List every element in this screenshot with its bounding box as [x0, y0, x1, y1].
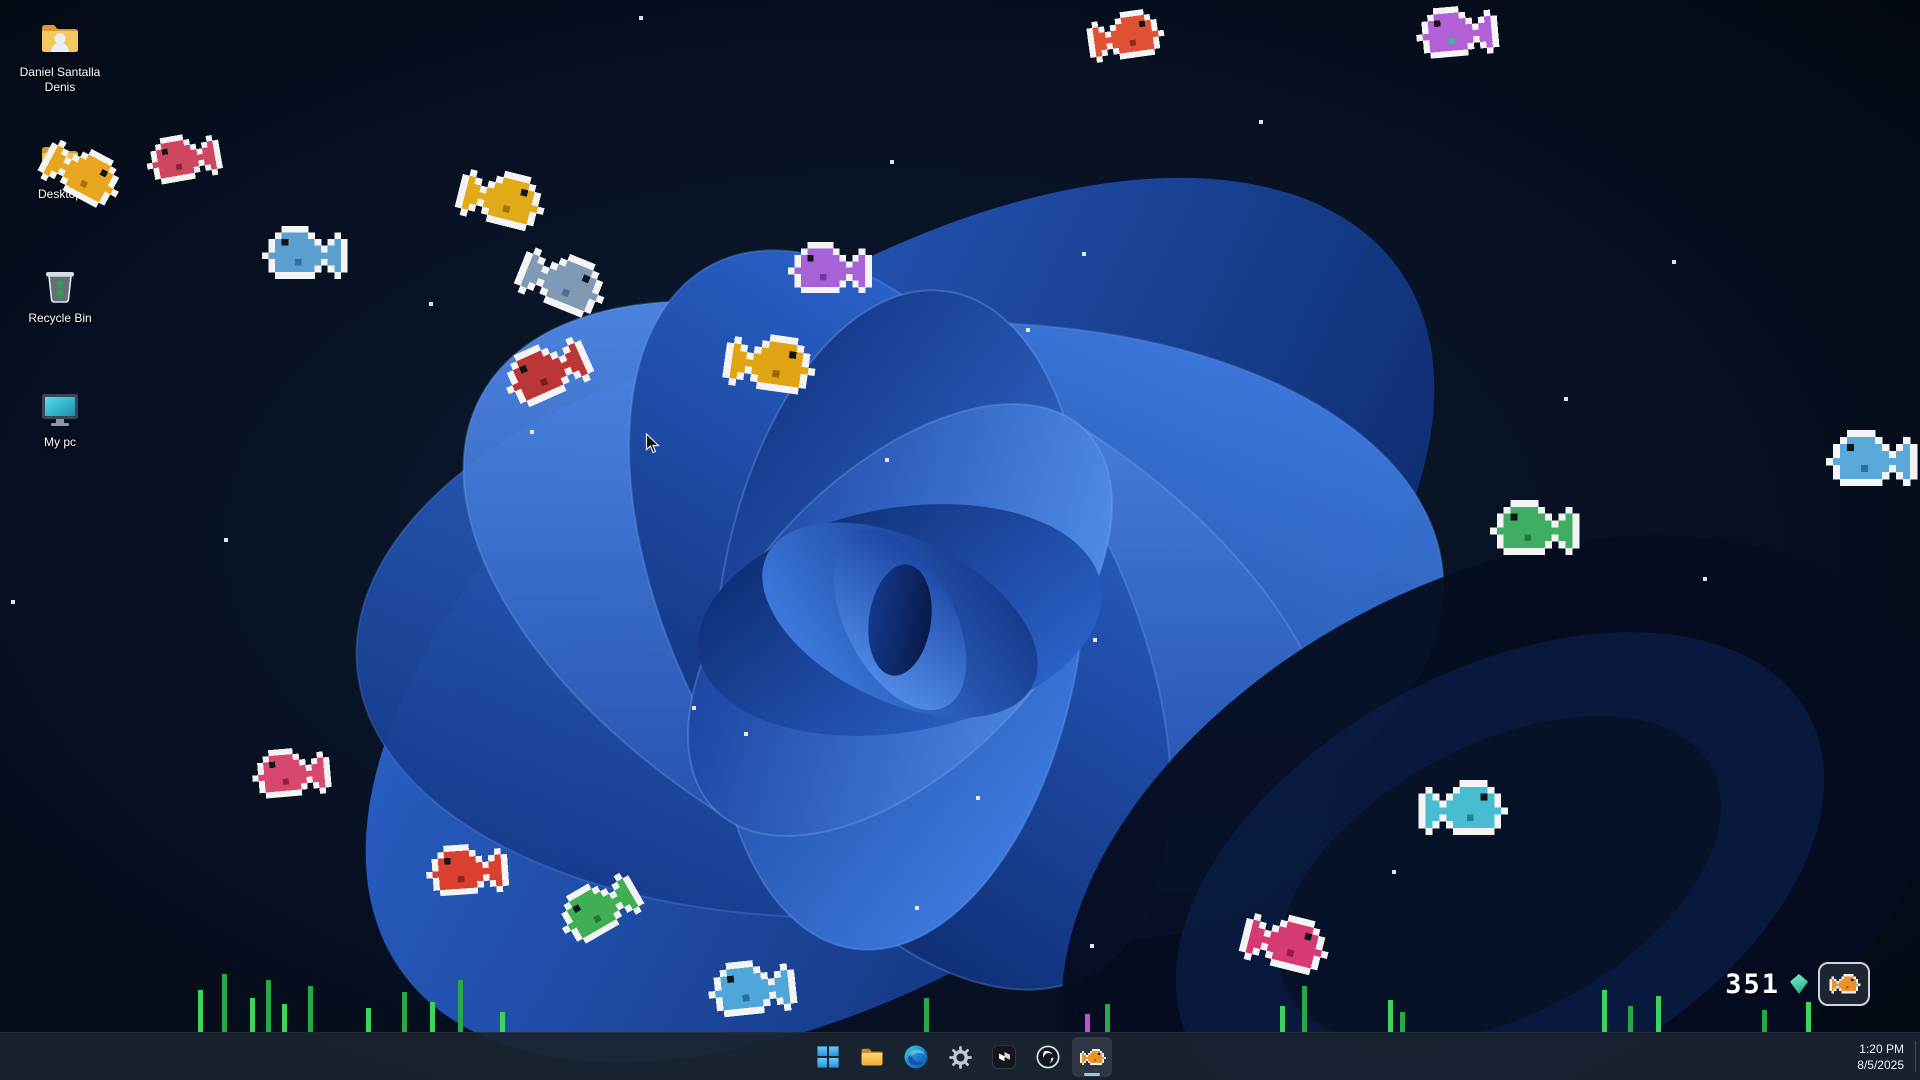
bubble-particle [744, 732, 748, 736]
show-desktop-button[interactable] [1915, 1041, 1920, 1072]
bubble-particle [11, 600, 15, 604]
gear-icon [948, 1045, 973, 1070]
tray-date: 8/5/2025 [1857, 1057, 1904, 1073]
capcut-icon [991, 1044, 1017, 1070]
wallpaper-bloom [0, 0, 1920, 1080]
seaweed-blade [1806, 1002, 1811, 1032]
taskbar-edge-button[interactable] [896, 1037, 936, 1077]
bubble-particle [1672, 260, 1676, 264]
taskbar-obs-button[interactable] [1028, 1037, 1068, 1077]
taskbar-center-icons [808, 1037, 1112, 1077]
desktop-icon-user-files[interactable]: Daniel Santalla Denis [10, 16, 110, 95]
seaweed-blade [1105, 1004, 1110, 1032]
desktop: Daniel Santalla Denis Desktop Recycle Bi… [0, 0, 1920, 1080]
bubble-particle [224, 538, 228, 542]
fish[interactable] [1826, 430, 1920, 486]
seaweed-blade [1762, 1010, 1767, 1032]
user-folder-icon [37, 16, 83, 62]
fish[interactable] [788, 242, 878, 293]
taskbar-file-explorer-button[interactable] [852, 1037, 892, 1077]
seaweed-blade [366, 1008, 371, 1032]
fish-icon [1078, 1049, 1106, 1065]
seaweed-blade [500, 1012, 505, 1032]
fish[interactable] [1490, 500, 1586, 555]
seaweed-blade [222, 974, 227, 1032]
bubble-particle [1392, 870, 1396, 874]
bubble-particle [1703, 577, 1707, 581]
seaweed-blade [924, 998, 929, 1032]
bubble-particle [1090, 944, 1094, 948]
taskbar: 1:20 PM 8/5/2025 [0, 1032, 1920, 1080]
bubble-particle [976, 796, 980, 800]
seaweed-blade [1280, 1006, 1285, 1032]
bubble-particle [429, 302, 433, 306]
seaweed-blade [402, 992, 407, 1032]
taskbar-capcut-button[interactable] [984, 1037, 1024, 1077]
seaweed-blade [250, 998, 255, 1032]
computer-monitor-icon [37, 386, 83, 432]
seaweed-blade [430, 1002, 435, 1032]
seaweed-blade [1388, 1000, 1393, 1032]
seaweed-blade [1085, 1014, 1090, 1032]
recycle-bin-icon [37, 262, 83, 308]
taskbar-fish-app-button[interactable] [1072, 1037, 1112, 1077]
seaweed-blade [458, 980, 463, 1032]
seaweed-blade [266, 980, 271, 1032]
bubble-particle [1082, 252, 1086, 256]
seaweed-blade [308, 986, 313, 1032]
seaweed-blade [1302, 986, 1307, 1032]
fish[interactable] [250, 744, 338, 799]
bubble-particle [885, 458, 889, 462]
seaweed-blade [282, 1004, 287, 1032]
score-value: 351 [1725, 969, 1780, 1000]
aquarium-fish-button[interactable] [1818, 962, 1870, 1006]
seaweed-blade [198, 990, 203, 1032]
bubble-particle [1093, 638, 1097, 642]
bubble-particle [1259, 120, 1263, 124]
seaweed-blade [1628, 1006, 1633, 1032]
desktop-icon-my-pc[interactable]: My pc [10, 386, 110, 450]
fish[interactable] [705, 955, 804, 1018]
mouse-cursor [645, 433, 661, 455]
bubble-particle [890, 160, 894, 164]
taskbar-settings-button[interactable] [940, 1037, 980, 1077]
edge-browser-icon [903, 1044, 929, 1070]
aquarium-hud: 351 [1725, 962, 1870, 1006]
bubble-particle [1564, 397, 1568, 401]
bubble-particle [1026, 328, 1030, 332]
desktop-icon-label: My pc [44, 435, 76, 450]
diamond-gem-icon [1790, 974, 1808, 994]
fish[interactable] [262, 226, 354, 279]
obs-studio-icon [1035, 1044, 1061, 1070]
file-explorer-folder-icon [859, 1044, 885, 1070]
system-tray-clock[interactable]: 1:20 PM 8/5/2025 [1857, 1040, 1904, 1072]
bubble-particle [692, 706, 696, 710]
seaweed-blade [1400, 1012, 1405, 1032]
fish[interactable] [1414, 2, 1506, 60]
orange-fish-icon [1827, 974, 1861, 993]
fish[interactable] [424, 841, 515, 897]
tray-time: 1:20 PM [1857, 1040, 1904, 1056]
desktop-icon-label: Daniel Santalla Denis [10, 65, 110, 95]
seaweed-blade [1656, 996, 1661, 1032]
bubble-particle [639, 16, 643, 20]
windows-start-icon [816, 1045, 840, 1069]
taskbar-start-button[interactable] [808, 1037, 848, 1077]
bubble-particle [915, 906, 919, 910]
desktop-icon-recycle-bin[interactable]: Recycle Bin [10, 262, 110, 326]
seaweed-blade [1602, 990, 1607, 1032]
fish[interactable] [1412, 780, 1508, 835]
bubble-particle [530, 430, 534, 434]
desktop-icon-label: Recycle Bin [28, 311, 91, 326]
